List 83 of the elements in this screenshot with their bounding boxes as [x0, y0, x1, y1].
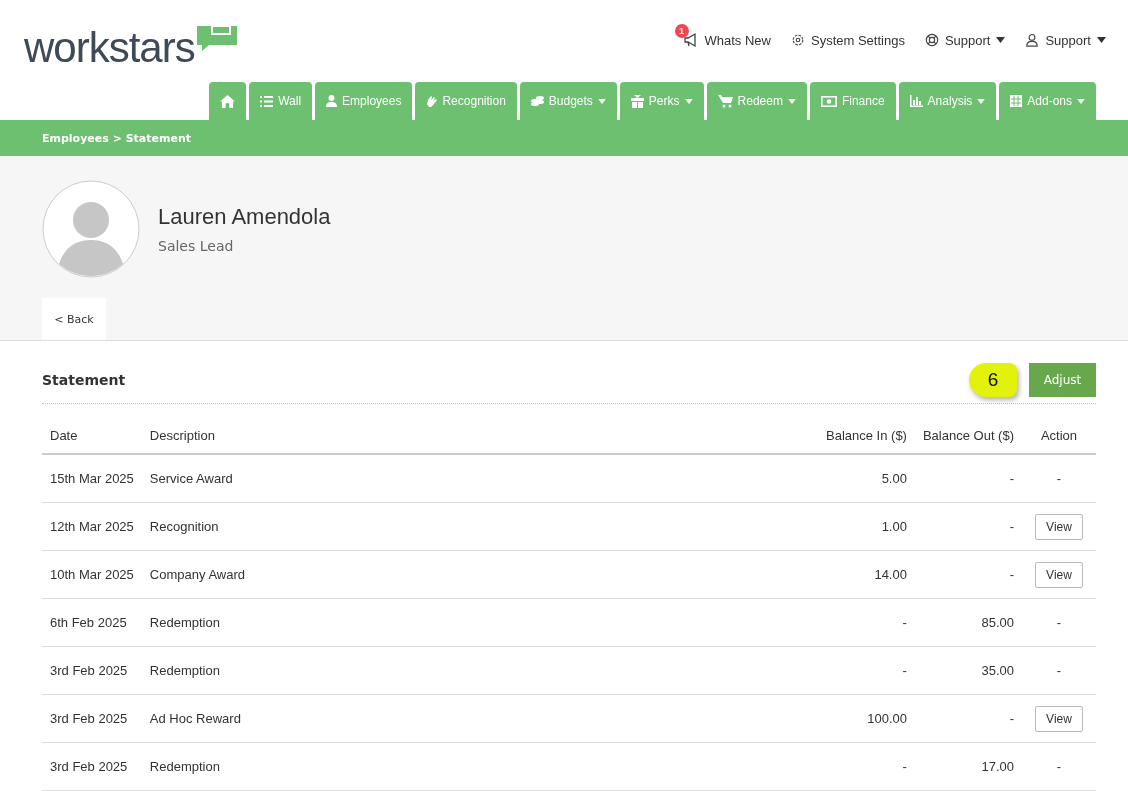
table-cell: - — [758, 646, 915, 695]
table-cell: 85.00 — [914, 598, 1022, 647]
list-icon — [260, 95, 274, 107]
table-cell: 1.00 — [758, 502, 915, 551]
nav-tab[interactable]: Recognition — [415, 82, 517, 120]
table-cell: - — [914, 550, 1022, 599]
caret-icon — [1097, 37, 1106, 43]
callout-marker: 6 — [969, 363, 1017, 397]
table-cell: - — [1056, 471, 1062, 486]
table-cell: 3rd Feb 2025 — [42, 694, 142, 743]
nav-tab[interactable]: Add-ons — [999, 82, 1096, 120]
nav-tab[interactable] — [209, 82, 247, 120]
megaphone-icon — [682, 32, 699, 48]
table-cell: 5.00 — [758, 454, 915, 503]
table-cell: - — [758, 742, 915, 791]
coins-icon — [530, 95, 544, 107]
table-cell: Ad Hoc Reward — [141, 694, 759, 743]
column-header: Date — [42, 418, 142, 454]
table-cell: 17.00 — [914, 742, 1022, 791]
employee-name: Lauren Amendola — [158, 204, 331, 230]
nav-tab[interactable]: Finance — [809, 82, 896, 120]
table-cell: 6th Feb 2025 — [42, 598, 142, 647]
cart-icon — [717, 94, 733, 108]
table-cell: 100.00 — [758, 694, 915, 743]
top-nav-link[interactable]: Support — [924, 32, 1006, 48]
nav-tab[interactable]: Perks — [619, 82, 704, 120]
table-cell: - — [914, 454, 1022, 503]
table-cell: - — [1056, 615, 1062, 630]
user-icon — [1025, 33, 1040, 47]
table-cell: Redemption — [141, 598, 759, 647]
lifebuoy-icon — [924, 33, 939, 47]
nav-tab[interactable]: Wall — [249, 82, 313, 120]
nav-tab[interactable]: Employees — [315, 82, 413, 120]
section-title: Statement — [42, 372, 126, 388]
top-nav-link[interactable]: System Settings — [790, 32, 905, 48]
home-icon — [220, 94, 236, 108]
bar-chart-icon — [909, 95, 923, 107]
table-cell: Redemption — [141, 742, 759, 791]
table-cell: Recognition — [141, 502, 759, 551]
table-cell: 3rd Feb 2025 — [42, 742, 142, 791]
table-cell: 12th Mar 2025 — [42, 502, 142, 551]
table-cell: 3rd Feb 2025 — [42, 646, 142, 695]
settings-icon — [790, 33, 805, 47]
notification-badge: 1 — [674, 24, 689, 38]
view-button[interactable]: View — [1035, 705, 1083, 732]
breadcrumb: Employees > Statement — [42, 131, 192, 145]
table-cell: - — [914, 502, 1022, 551]
caret-icon — [597, 98, 606, 104]
table-cell: 10th Mar 2025 — [42, 550, 142, 599]
table-cell: Redemption — [141, 646, 759, 695]
column-header: Description — [141, 418, 759, 454]
table-cell: 15th Mar 2025 — [42, 454, 142, 503]
table-cell: - — [1056, 759, 1062, 774]
logo-text: workstars — [24, 24, 195, 72]
top-nav-link[interactable]: Support — [1025, 32, 1106, 48]
back-button[interactable]: < Back — [42, 298, 106, 340]
column-header: Balance In ($) — [758, 418, 915, 454]
nav-tab[interactable]: Budgets — [519, 82, 617, 120]
gift-icon — [630, 94, 644, 108]
view-button[interactable]: View — [1035, 561, 1083, 588]
view-button[interactable]: View — [1035, 513, 1083, 540]
table-cell: Service Award — [141, 454, 759, 503]
table-cell: Company Award — [141, 550, 759, 599]
nav-tab[interactable]: Redeem — [706, 82, 807, 120]
table-cell: - — [914, 694, 1022, 743]
caret-icon — [1077, 98, 1085, 104]
adjust-button[interactable]: Adjust — [1029, 363, 1096, 397]
table-cell: - — [1056, 663, 1062, 678]
caret-icon — [684, 98, 693, 104]
banknote-icon — [820, 95, 837, 107]
column-header: Balance Out ($) — [914, 418, 1022, 454]
table-cell: 35.00 — [914, 646, 1022, 695]
table-cell: 14.00 — [758, 550, 915, 599]
nav-tab[interactable]: Analysis — [898, 82, 997, 120]
caret-icon — [977, 98, 986, 104]
grid-icon — [1010, 95, 1023, 107]
caret-icon — [787, 98, 796, 104]
employee-role: Sales Lead — [158, 238, 235, 254]
hands-icon — [426, 95, 438, 107]
person-icon — [326, 95, 338, 107]
caret-icon — [996, 37, 1006, 43]
table-cell: - — [758, 598, 915, 647]
column-header: Action — [1022, 418, 1096, 454]
